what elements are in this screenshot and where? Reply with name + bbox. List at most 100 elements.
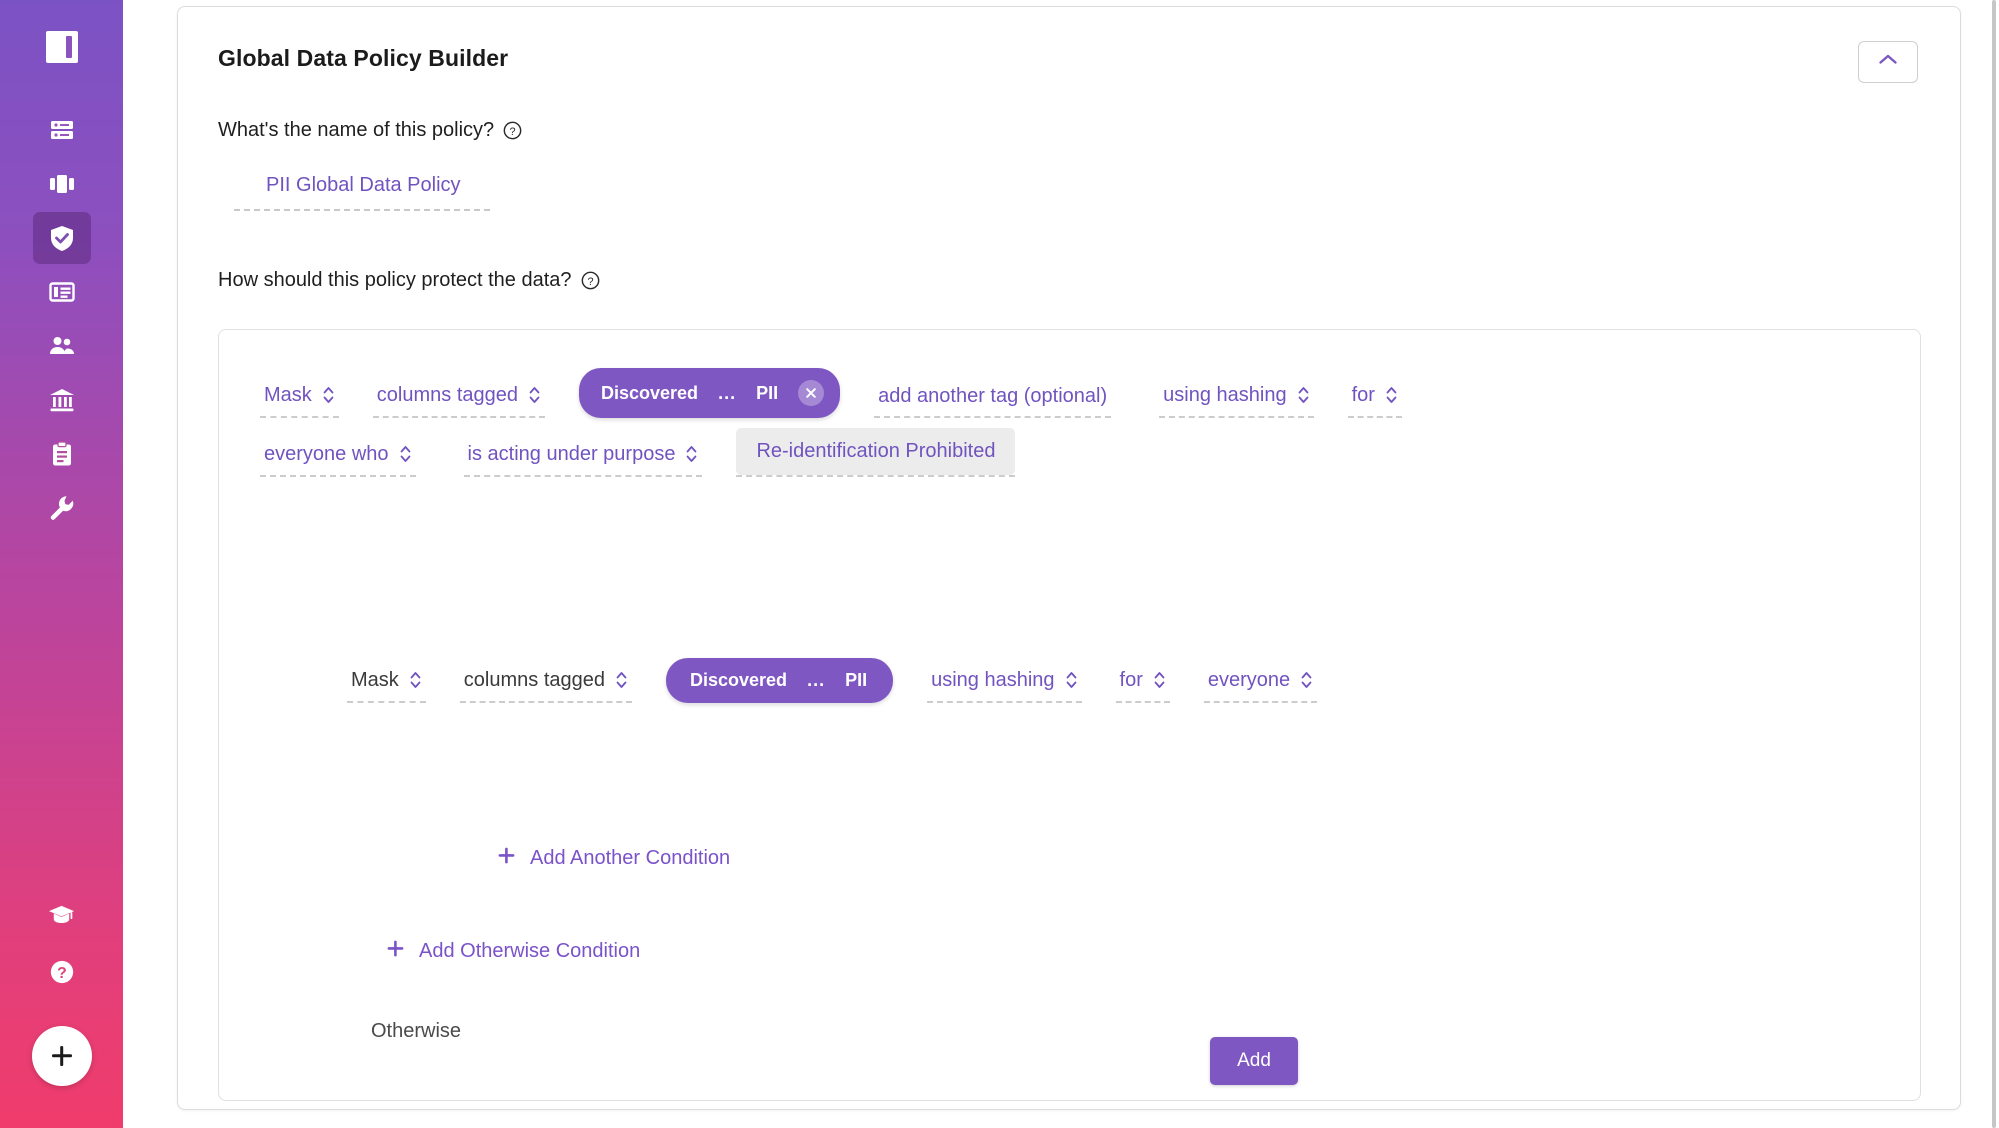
action-select-value: Mask	[264, 384, 312, 406]
shield-check-icon	[48, 224, 76, 252]
method-select[interactable]: using hashing	[1159, 378, 1314, 418]
policy-name-question: What's the name of this policy? ?	[218, 119, 522, 142]
tag-pill-discovered-pii[interactable]: Discovered ... PII	[579, 368, 841, 418]
sidebar-item-settings[interactable]	[33, 482, 91, 534]
sidebar: ?	[0, 0, 123, 1128]
subject-select[interactable]: everyone who	[260, 437, 416, 477]
action-select[interactable]: Mask	[260, 378, 339, 418]
bank-columns-icon	[48, 386, 76, 414]
tag-pill-prefix: Discovered	[601, 382, 699, 403]
otherwise-subject-select[interactable]: everyone	[1203, 663, 1318, 703]
subject-select-value: everyone who	[264, 443, 389, 465]
otherwise-target-select-value: columns tagged	[463, 669, 605, 691]
policy-builder-card: Global Data Policy Builder What's the na…	[177, 6, 1961, 1110]
otherwise-tag-pill-discovered-pii[interactable]: Discovered ... PII	[666, 658, 894, 703]
target-select[interactable]: columns tagged	[372, 378, 545, 418]
purpose-chip-wrapper: Re-identification Prohibited	[736, 428, 1016, 477]
otherwise-for-select[interactable]: for	[1115, 663, 1170, 703]
chevron-updown-icon	[322, 384, 335, 406]
for-select[interactable]: for	[1347, 378, 1402, 418]
add-otherwise-condition-button[interactable]: Add Otherwise Condition	[386, 939, 640, 964]
tag-pill-ellipsis: ...	[718, 382, 737, 403]
target-select-value: columns tagged	[376, 384, 518, 406]
sidebar-item-users-groups[interactable]	[33, 320, 91, 372]
plus-icon	[497, 846, 516, 871]
policy-name-input[interactable]: PII Global Data Policy	[234, 174, 490, 211]
question-circle-icon[interactable]: ?	[503, 121, 522, 140]
otherwise-subject-select-value: everyone	[1207, 669, 1291, 691]
chevron-updown-icon	[1297, 384, 1310, 406]
for-select-value: for	[1351, 384, 1375, 406]
method-select-value: using hashing	[1163, 384, 1287, 406]
app-root: ? Global Data Policy Builder What's the …	[0, 0, 1999, 1128]
page-scrollbar[interactable]	[1992, 0, 1996, 1128]
add-otherwise-condition-label: Add Otherwise Condition	[419, 940, 641, 962]
chevron-updown-icon	[1065, 669, 1078, 691]
predicate-select-value: is acting under purpose	[467, 443, 676, 465]
wrench-icon	[48, 494, 76, 522]
sidebar-item-policies[interactable]	[32, 212, 91, 264]
sidebar-item-data-catalog[interactable]	[33, 158, 91, 210]
sidebar-bottom-nav: ?	[33, 886, 91, 1002]
chevron-updown-icon	[409, 669, 422, 691]
otherwise-for-select-value: for	[1119, 669, 1143, 691]
add-another-tag-input[interactable]: add another tag (optional)	[874, 380, 1112, 418]
sidebar-nav	[32, 104, 91, 536]
otherwise-action-select-value: Mask	[351, 669, 399, 691]
otherwise-row: Mask columns tagged Discovered ... PII u…	[347, 658, 1318, 703]
purpose-chip[interactable]: Re-identification Prohibited	[736, 428, 1016, 475]
list-panel-icon	[48, 278, 76, 306]
protection-question: How should this policy protect the data?…	[218, 269, 600, 292]
chevron-up-icon	[1878, 53, 1898, 71]
svg-text:?: ?	[510, 126, 516, 138]
condition-row-1: Mask columns tagged Discovered ... PII a…	[260, 368, 1402, 418]
submit-add-button[interactable]: Add	[1210, 1037, 1298, 1085]
plus-icon	[49, 1043, 75, 1069]
otherwise-method-select-value: using hashing	[931, 669, 1055, 691]
add-another-tag-placeholder: add another tag (optional)	[878, 385, 1108, 407]
chevron-updown-icon	[1153, 669, 1166, 691]
server-stack-icon	[48, 116, 76, 144]
chevron-updown-icon	[685, 443, 698, 465]
app-logo[interactable]	[45, 30, 79, 64]
otherwise-action-select[interactable]: Mask	[347, 663, 426, 703]
people-group-icon	[48, 332, 76, 360]
plus-icon	[386, 939, 405, 964]
tag-pill-prefix: Discovered	[690, 670, 788, 690]
graduation-cap-icon	[48, 901, 75, 928]
chevron-updown-icon	[1300, 669, 1313, 691]
add-fab-button[interactable]	[31, 1026, 92, 1086]
add-another-condition-button[interactable]: Add Another Condition	[497, 846, 730, 871]
tag-pill-name: PII	[756, 382, 779, 403]
close-circle-icon[interactable]	[798, 380, 825, 406]
clipboard-icon	[48, 440, 76, 468]
otherwise-method-select[interactable]: using hashing	[927, 663, 1082, 703]
page-title: Global Data Policy Builder	[218, 45, 509, 71]
sidebar-item-help[interactable]: ?	[33, 944, 91, 1000]
question-circle-icon: ?	[49, 959, 75, 985]
policy-conditions-panel: Mask columns tagged Discovered ... PII a…	[218, 329, 1921, 1101]
sidebar-item-audit[interactable]	[33, 428, 91, 480]
chevron-updown-icon	[1385, 384, 1398, 406]
policy-name-question-label: What's the name of this policy?	[218, 119, 495, 141]
question-circle-icon[interactable]: ?	[581, 271, 600, 290]
chevron-updown-icon	[528, 384, 541, 406]
tag-pill-ellipsis: ...	[807, 670, 826, 690]
chevron-updown-icon	[615, 669, 628, 691]
svg-text:?: ?	[57, 965, 67, 982]
sidebar-item-reports[interactable]	[33, 266, 91, 318]
condition-row-2: everyone who is acting under purpose Re-…	[260, 428, 1016, 477]
sidebar-item-governance[interactable]	[33, 374, 91, 426]
sidebar-item-data-sources[interactable]	[33, 104, 91, 156]
sidebar-item-learning[interactable]	[33, 886, 91, 942]
predicate-select[interactable]: is acting under purpose	[463, 437, 703, 477]
otherwise-target-select[interactable]: columns tagged	[459, 663, 632, 703]
collapse-card-button[interactable]	[1858, 41, 1918, 83]
tag-pill-name: PII	[845, 670, 868, 690]
columns-view-icon	[48, 170, 76, 198]
chevron-updown-icon	[399, 443, 412, 465]
svg-text:?: ?	[587, 276, 593, 288]
otherwise-label: Otherwise	[371, 1020, 462, 1042]
add-another-condition-label: Add Another Condition	[530, 847, 731, 869]
protection-question-label: How should this policy protect the data?	[218, 269, 572, 291]
